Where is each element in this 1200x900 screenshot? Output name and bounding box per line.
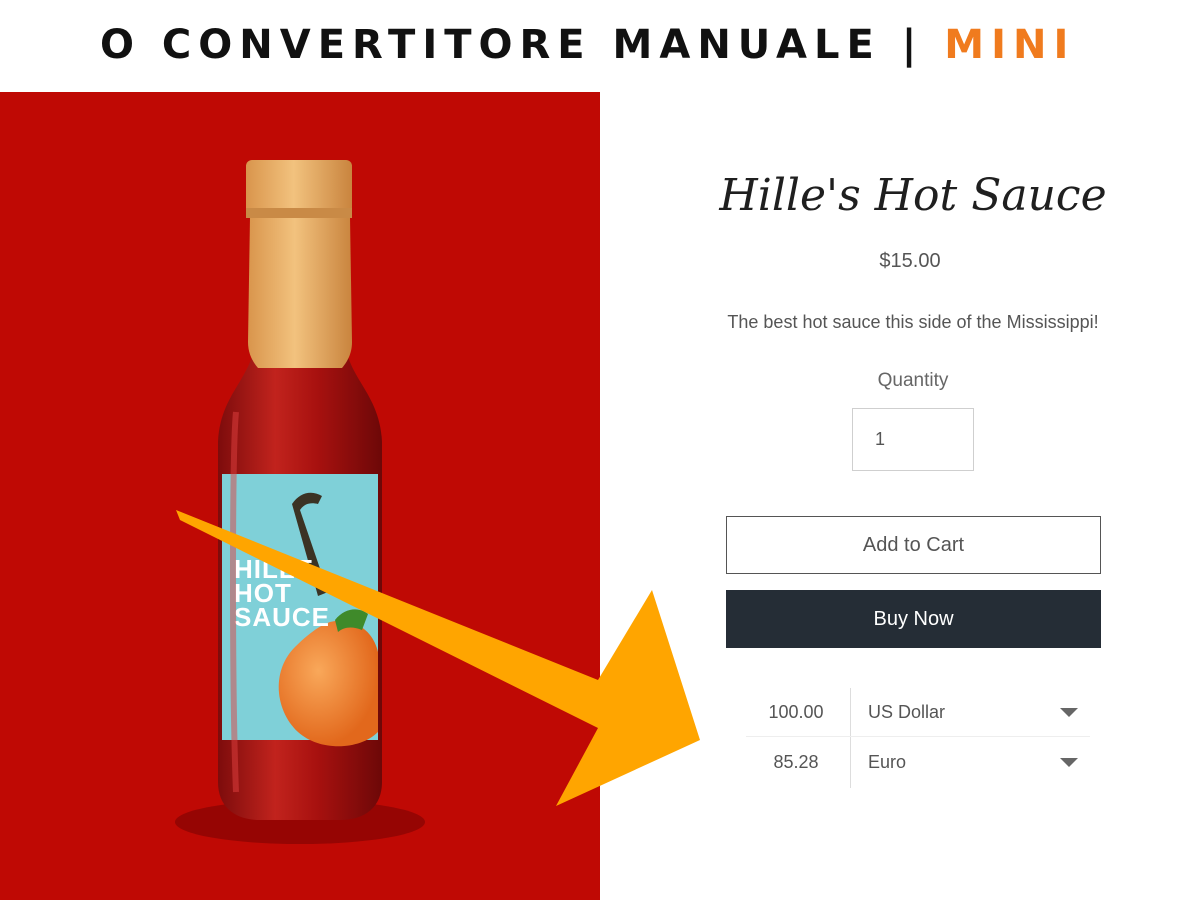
product-info-panel: Hille's Hot Sauce $15.00 The best hot sa…	[600, 92, 1200, 900]
banner-accent-text: MINI	[944, 22, 1076, 68]
header-banner: O CONVERTITORE MANUALE | MINI	[0, 0, 1200, 92]
product-title: Hille's Hot Sauce	[719, 170, 1107, 221]
product-image-panel: HILLE HOT SAUCE	[0, 92, 600, 900]
banner-title-text: O CONVERTITORE MANUALE |	[100, 22, 945, 68]
bottle-label-line-3: SAUCE	[234, 602, 330, 632]
chevron-down-icon	[1060, 708, 1078, 717]
quantity-input[interactable]	[852, 408, 974, 471]
quantity-label: Quantity	[877, 370, 949, 391]
currency-select-label: US Dollar	[868, 702, 946, 722]
converter-row: Euro	[746, 738, 1090, 786]
hot-sauce-bottle-image: HILLE HOT SAUCE	[175, 160, 425, 844]
currency-select-from[interactable]: US Dollar	[852, 688, 1090, 736]
product-description: The best hot sauce this side of the Miss…	[727, 312, 1099, 332]
currency-converter: US Dollar Euro	[746, 688, 1090, 788]
chevron-down-icon	[1060, 758, 1078, 767]
currency-select-to[interactable]: Euro	[852, 738, 1090, 786]
product-price: $15.00	[879, 250, 941, 272]
buy-now-button[interactable]: Buy Now	[726, 590, 1101, 648]
currency-select-label: Euro	[868, 752, 907, 772]
add-to-cart-button[interactable]: Add to Cart	[726, 516, 1101, 574]
converter-row: US Dollar	[746, 688, 1090, 737]
amount-input-to[interactable]	[746, 738, 846, 786]
banner-title: O CONVERTITORE MANUALE | MINI	[100, 22, 1075, 68]
amount-input-from[interactable]	[746, 688, 846, 736]
